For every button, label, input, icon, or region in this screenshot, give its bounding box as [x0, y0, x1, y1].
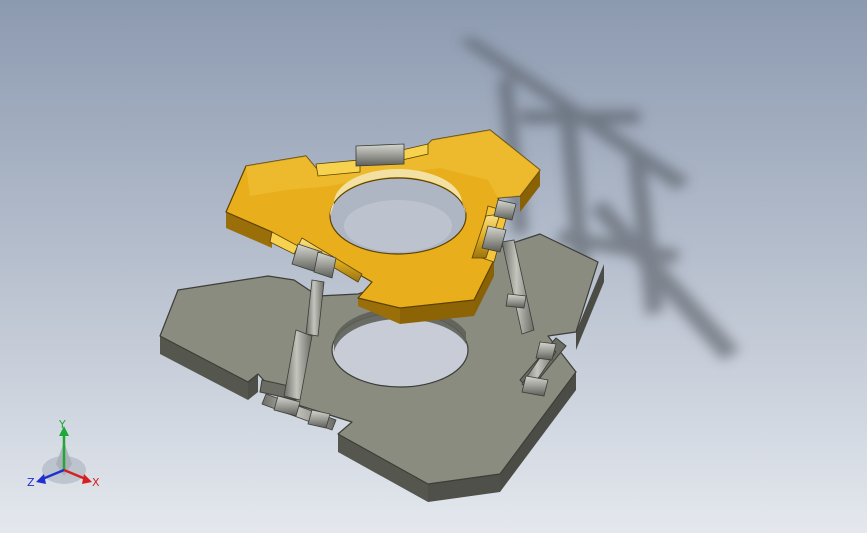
graphics-viewport[interactable]: Y X Z: [0, 0, 867, 533]
z-axis-label: Z: [27, 476, 35, 489]
x-axis-label: X: [92, 476, 100, 489]
triad-axes: Y X Z: [27, 418, 100, 489]
y-axis-label: Y: [58, 418, 66, 431]
reference-triad: Y X Z: [22, 418, 108, 498]
model-view[interactable]: [0, 0, 867, 533]
